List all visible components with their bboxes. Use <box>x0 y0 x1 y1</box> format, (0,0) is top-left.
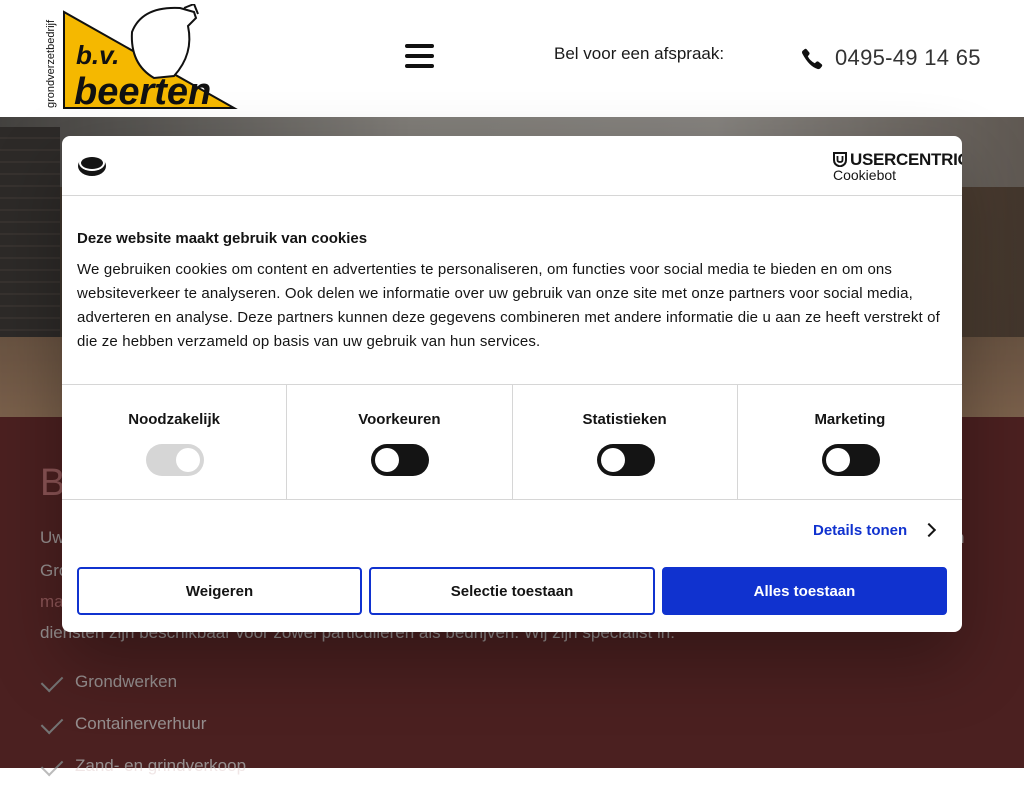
phone-icon <box>802 48 823 70</box>
cookie-icon <box>78 155 106 176</box>
cookie-consent-dialog: USERCENTRICS Cookiebot Deze website maak… <box>62 136 962 632</box>
allow-selection-button[interactable]: Selectie toestaan <box>369 567 655 615</box>
svg-text:grondverzetbedrijf: grondverzetbedrijf <box>45 19 57 108</box>
call-prompt: Bel voor een afspraak: <box>554 44 725 63</box>
menu-icon[interactable] <box>405 43 434 69</box>
category-label: Marketing <box>814 411 886 428</box>
category-label: Statistieken <box>582 411 667 428</box>
category-label: Noodzakelijk <box>128 411 220 428</box>
phone-number-link[interactable]: 0495-49 14 65 <box>835 45 981 71</box>
cookiebot-label: Cookiebot <box>833 167 897 183</box>
category-necessary: Noodzakelijk <box>62 385 288 499</box>
reject-button[interactable]: Weigeren <box>77 567 362 615</box>
svg-text:beerten: beerten <box>74 71 211 112</box>
preferences-toggle[interactable] <box>371 444 430 476</box>
necessary-toggle <box>146 444 204 476</box>
allow-all-button[interactable]: Alles toestaan <box>662 567 947 615</box>
dialog-header: USERCENTRICS Cookiebot <box>62 136 962 196</box>
show-details-link[interactable]: Details tonen <box>813 522 907 539</box>
consent-categories: Noodzakelijk Voorkeuren Statistieken Mar… <box>62 384 962 500</box>
marketing-toggle[interactable] <box>821 444 880 476</box>
statistics-toggle[interactable] <box>596 444 655 476</box>
svg-text:b.v.: b.v. <box>76 40 119 70</box>
chevron-right-icon[interactable] <box>921 522 937 538</box>
category-marketing: Marketing <box>738 385 962 499</box>
dialog-body: We gebruiken cookies om content en adver… <box>77 261 940 350</box>
category-label: Voorkeuren <box>358 411 441 428</box>
dialog-title: Deze website maakt gebruik van cookies <box>77 230 368 247</box>
shield-icon <box>833 152 847 167</box>
company-logo[interactable]: grondverzetbedrijf b.v. beerten <box>44 4 248 112</box>
category-statistics: Statistieken <box>513 385 738 499</box>
category-preferences: Voorkeuren <box>287 385 513 499</box>
site-header: grondverzetbedrijf b.v. beerten Bel voor… <box>0 0 1024 117</box>
